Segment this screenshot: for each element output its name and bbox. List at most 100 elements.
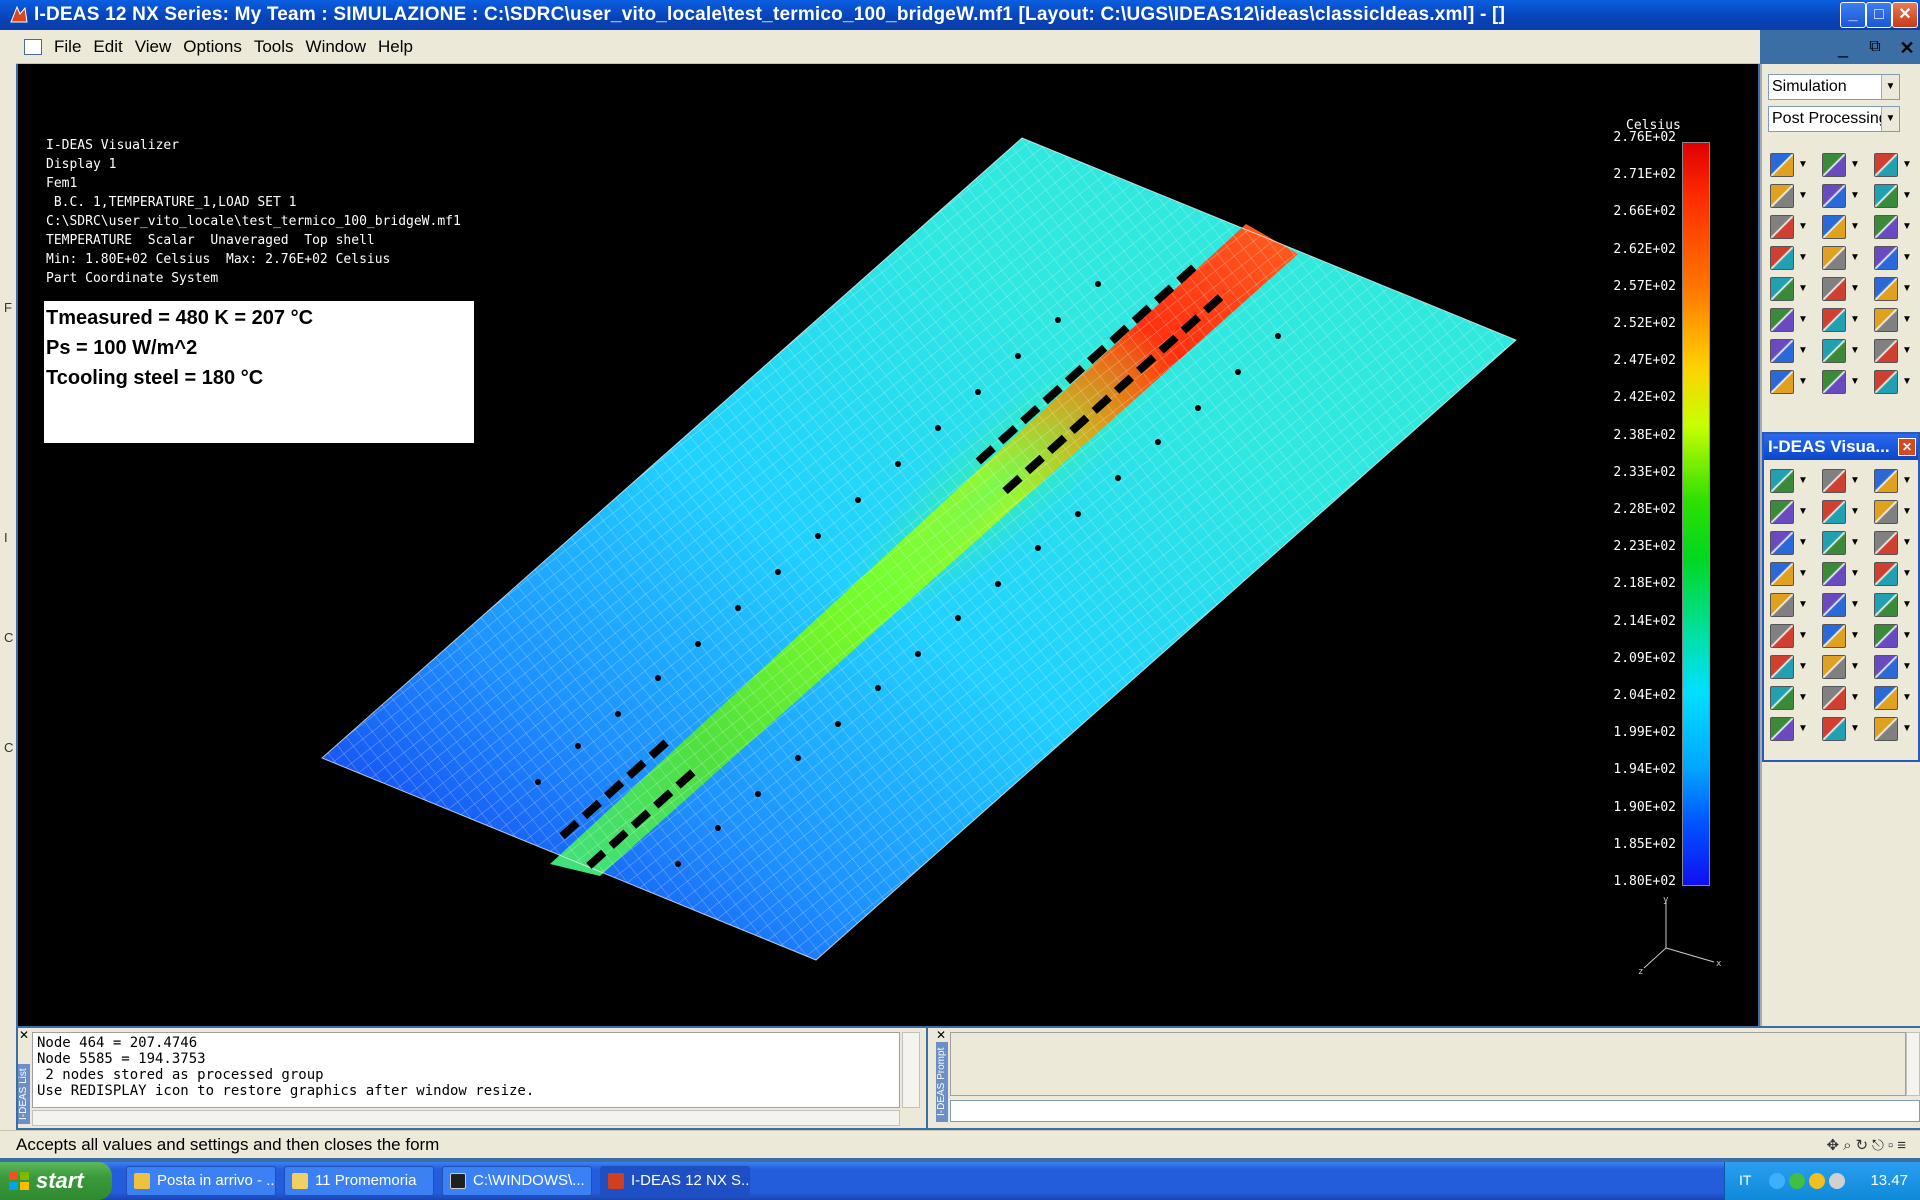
chevron-down-icon[interactable]: ▼ [1902,630,1912,641]
chevron-down-icon[interactable]: ▼ [1902,221,1912,232]
toolbar-button[interactable]: ▼ [1822,685,1874,710]
toolbar-button[interactable]: ▼ [1770,338,1822,363]
security-icon[interactable] [1789,1173,1805,1189]
toolbar-button[interactable]: ▼ [1822,307,1874,332]
toolbar-button[interactable]: ▼ [1770,685,1822,710]
close-icon[interactable]: ✕ [1898,438,1916,456]
toolbar-button[interactable]: ▼ [1874,214,1920,239]
chevron-down-icon[interactable]: ▼ [1850,506,1860,517]
toolbar-button[interactable]: ▼ [1822,369,1874,394]
chevron-down-icon[interactable]: ▼ [1798,568,1808,579]
toolbar-button[interactable]: ▼ [1874,468,1920,493]
toolbar-button[interactable]: ▼ [1874,183,1920,208]
chevron-down-icon[interactable]: ▼ [1798,159,1808,170]
toolbar-button[interactable]: ▼ [1770,530,1822,555]
menu-tools[interactable]: Tools [248,37,300,57]
toolbar-button[interactable]: ▼ [1822,561,1874,586]
toolbar-button[interactable]: ▼ [1822,276,1874,301]
toolbar-button[interactable]: ▼ [1822,499,1874,524]
chevron-down-icon[interactable]: ▼ [1902,723,1912,734]
toolbar-button[interactable]: ▼ [1874,307,1920,332]
toolbar-button[interactable]: ▼ [1770,369,1822,394]
toolbar-button[interactable]: ▼ [1874,369,1920,394]
menu-view[interactable]: View [129,37,178,57]
chevron-down-icon[interactable]: ▼ [1850,723,1860,734]
menu-options[interactable]: Options [177,37,248,57]
chevron-down-icon[interactable]: ▼ [1902,568,1912,579]
minimize-button[interactable]: _ [1840,2,1866,28]
toolbar-button[interactable]: ▼ [1770,468,1822,493]
toolbar-button[interactable]: ▼ [1874,245,1920,270]
toolbar-button[interactable]: ▼ [1770,654,1822,679]
chevron-down-icon[interactable]: ▼ [1798,599,1808,610]
close-button[interactable]: ✕ [1892,2,1918,28]
document-icon[interactable] [24,38,42,55]
chevron-down-icon[interactable]: ▼ [1798,723,1808,734]
graphics-viewport[interactable]: I-DEAS Visualizer Display 1 Fem1 B.C. 1,TE… [18,64,1758,1026]
chevron-down-icon[interactable]: ▼ [1902,314,1912,325]
prompt-input[interactable] [950,1100,1920,1122]
toolbar-button[interactable]: ▼ [1822,654,1874,679]
chevron-down-icon[interactable]: ▼ [1850,376,1860,387]
menu-file[interactable]: File [48,37,87,57]
chevron-down-icon[interactable]: ▼ [1850,283,1860,294]
mdi-minimize-button[interactable]: _ [1832,38,1854,58]
chevron-down-icon[interactable]: ▼ [1902,345,1912,356]
chevron-down-icon[interactable]: ▼ [1850,630,1860,641]
mdi-restore-button[interactable]: ⧉ [1864,38,1886,58]
taskbar-item-reminders[interactable]: 11 Promemoria [284,1166,434,1196]
chevron-down-icon[interactable]: ▼ [1850,661,1860,672]
chevron-down-icon[interactable]: ▼ [1902,159,1912,170]
taskbar-item-mail[interactable]: Posta in arrivo - ... [126,1166,276,1196]
chevron-down-icon[interactable]: ▼ [1798,537,1808,548]
chevron-down-icon[interactable]: ▼ [1902,692,1912,703]
chevron-down-icon[interactable]: ▼ [1902,661,1912,672]
chevron-down-icon[interactable]: ▼ [1850,692,1860,703]
chevron-down-icon[interactable]: ▼ [1902,190,1912,201]
toolbar-button[interactable]: ▼ [1770,716,1822,741]
toolbar-button[interactable]: ▼ [1770,623,1822,648]
toolbar-button[interactable]: ▼ [1822,530,1874,555]
chevron-down-icon[interactable]: ▼ [1881,107,1899,131]
toolbar-button[interactable]: ▼ [1770,561,1822,586]
list-horizontal-scrollbar[interactable] [32,1110,900,1126]
toolbar-button[interactable]: ▼ [1874,685,1920,710]
update-icon[interactable] [1809,1173,1825,1189]
chevron-down-icon[interactable]: ▼ [1798,661,1808,672]
toolbar-button[interactable]: ▼ [1770,307,1822,332]
chevron-down-icon[interactable]: ▼ [1850,314,1860,325]
taskbar-item-ideas[interactable]: I-DEAS 12 NX S... [600,1166,750,1196]
close-icon[interactable]: ✕ [19,1028,29,1042]
chevron-down-icon[interactable]: ▼ [1798,475,1808,486]
network-icon[interactable] [1769,1173,1785,1189]
toolbar-button[interactable]: ▼ [1770,276,1822,301]
toolbar-button[interactable]: ▼ [1874,623,1920,648]
toolbar-button[interactable]: ▼ [1822,183,1874,208]
toolbar-button[interactable]: ▼ [1822,152,1874,177]
toolbar-button[interactable]: ▼ [1770,592,1822,617]
chevron-down-icon[interactable]: ▼ [1850,537,1860,548]
chevron-down-icon[interactable]: ▼ [1850,221,1860,232]
chevron-down-icon[interactable]: ▼ [1850,599,1860,610]
menu-help[interactable]: Help [372,37,419,57]
chevron-down-icon[interactable]: ▼ [1798,190,1808,201]
toolbar-button[interactable]: ▼ [1770,245,1822,270]
chevron-down-icon[interactable]: ▼ [1902,475,1912,486]
chevron-down-icon[interactable]: ▼ [1798,345,1808,356]
toolbar-button[interactable]: ▼ [1874,276,1920,301]
toolbar-button[interactable]: ▼ [1822,245,1874,270]
toolbar-button[interactable]: ▼ [1874,561,1920,586]
chevron-down-icon[interactable]: ▼ [1850,252,1860,263]
chevron-down-icon[interactable]: ▼ [1798,630,1808,641]
toolbar-button[interactable]: ▼ [1822,716,1874,741]
task-selector[interactable]: Simulation ▼ [1768,74,1900,100]
view-control-icons[interactable]: ✥⌕↻⎋▫≡ [1827,1136,1910,1154]
chevron-down-icon[interactable]: ▼ [1902,506,1912,517]
chevron-down-icon[interactable]: ▼ [1798,692,1808,703]
chevron-down-icon[interactable]: ▼ [1902,537,1912,548]
toolbar-button[interactable]: ▼ [1822,623,1874,648]
toolbar-button[interactable]: ▼ [1822,214,1874,239]
prompt-scrollbar[interactable] [1906,1032,1920,1096]
toolbar-button[interactable]: ▼ [1874,338,1920,363]
restore-button[interactable]: □ [1866,2,1892,28]
